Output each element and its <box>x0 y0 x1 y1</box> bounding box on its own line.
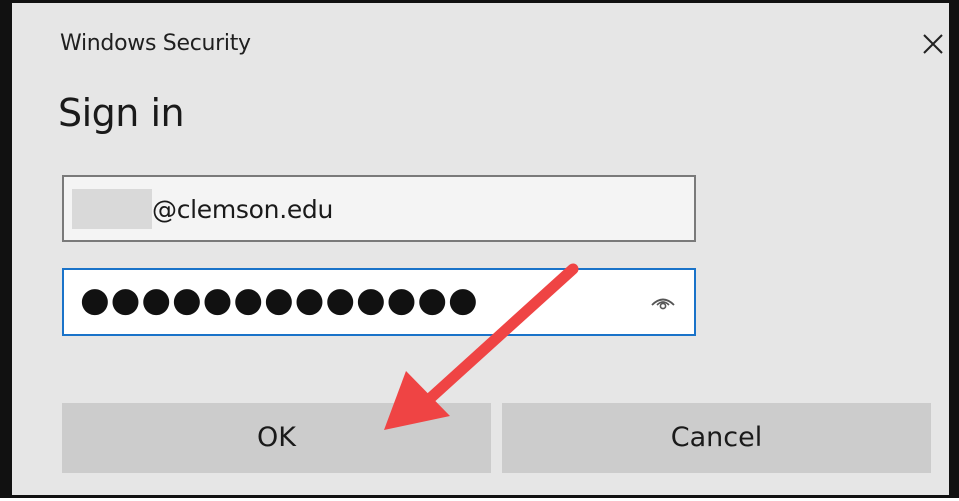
close-icon <box>923 34 943 54</box>
redacted-username <box>72 189 152 229</box>
reveal-password-button[interactable] <box>648 290 678 314</box>
username-value: @clemson.edu <box>152 195 334 224</box>
password-value: ●●●●●●●●●●●●● <box>80 280 479 320</box>
cancel-button[interactable]: Cancel <box>502 403 931 473</box>
windows-security-dialog: Windows Security Sign in @clemson.edu ●●… <box>0 0 959 498</box>
eye-icon <box>651 298 675 310</box>
username-field[interactable]: @clemson.edu <box>62 175 696 242</box>
dialog-heading: Sign in <box>58 91 185 135</box>
ok-button[interactable]: OK <box>62 403 491 473</box>
close-button[interactable] <box>918 29 948 59</box>
password-field[interactable]: ●●●●●●●●●●●●● <box>62 268 696 336</box>
window-title: Windows Security <box>60 31 251 56</box>
